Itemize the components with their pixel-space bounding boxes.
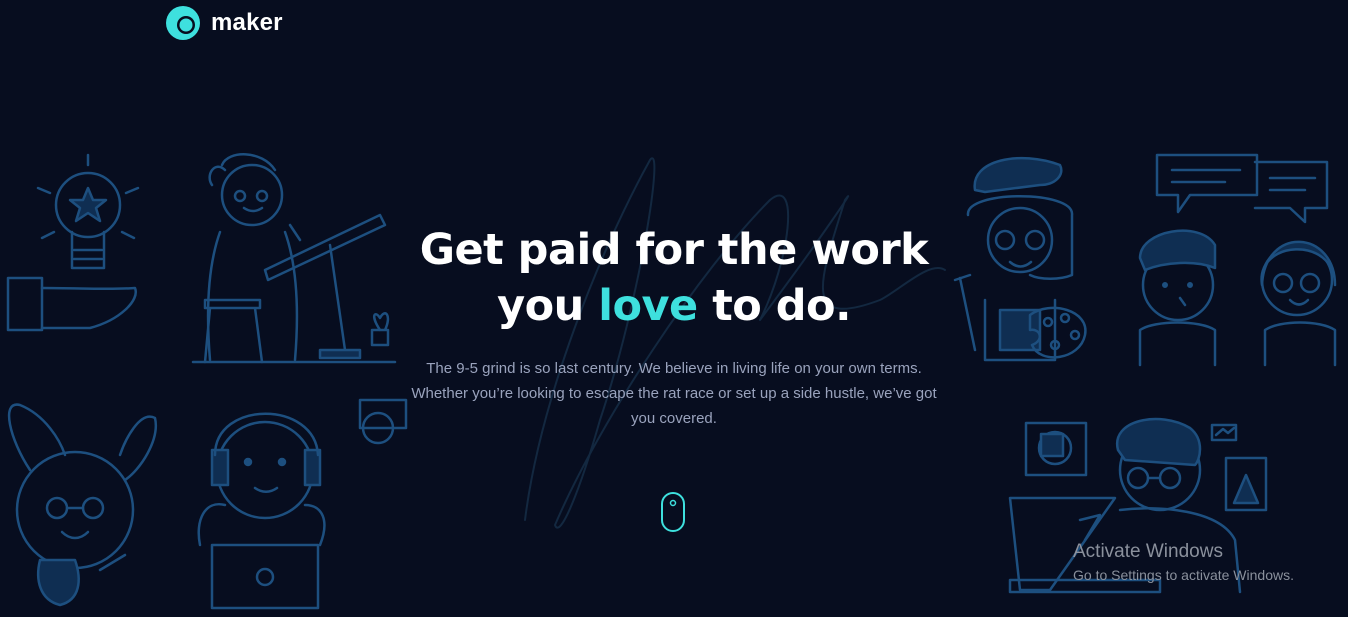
headline-end: to do.	[712, 281, 851, 331]
hero-section: Get paid for the work you love to do. Th…	[324, 222, 1024, 431]
lightbulb-hand-illustration	[6, 153, 140, 332]
hero-subtext: The 9-5 grind is so last century. We bel…	[411, 360, 937, 427]
headline-line-1: Get paid for the work	[419, 225, 929, 275]
bunny-girl-illustration	[7, 403, 158, 607]
headphones-laptop-person-illustration	[197, 398, 408, 610]
headline-you: you	[497, 281, 584, 331]
watermark-subtitle: Go to Settings to activate Windows.	[1073, 567, 1294, 583]
headline-accent-word: love	[598, 281, 698, 331]
watermark-title: Activate Windows	[1073, 541, 1223, 562]
activate-windows-watermark: Activate Windows Go to Settings to activ…	[1073, 541, 1294, 585]
chat-people-illustration	[1138, 153, 1337, 367]
mouse-scroll-icon[interactable]	[661, 492, 685, 532]
hero-headline: Get paid for the work you love to do.	[324, 222, 1024, 334]
